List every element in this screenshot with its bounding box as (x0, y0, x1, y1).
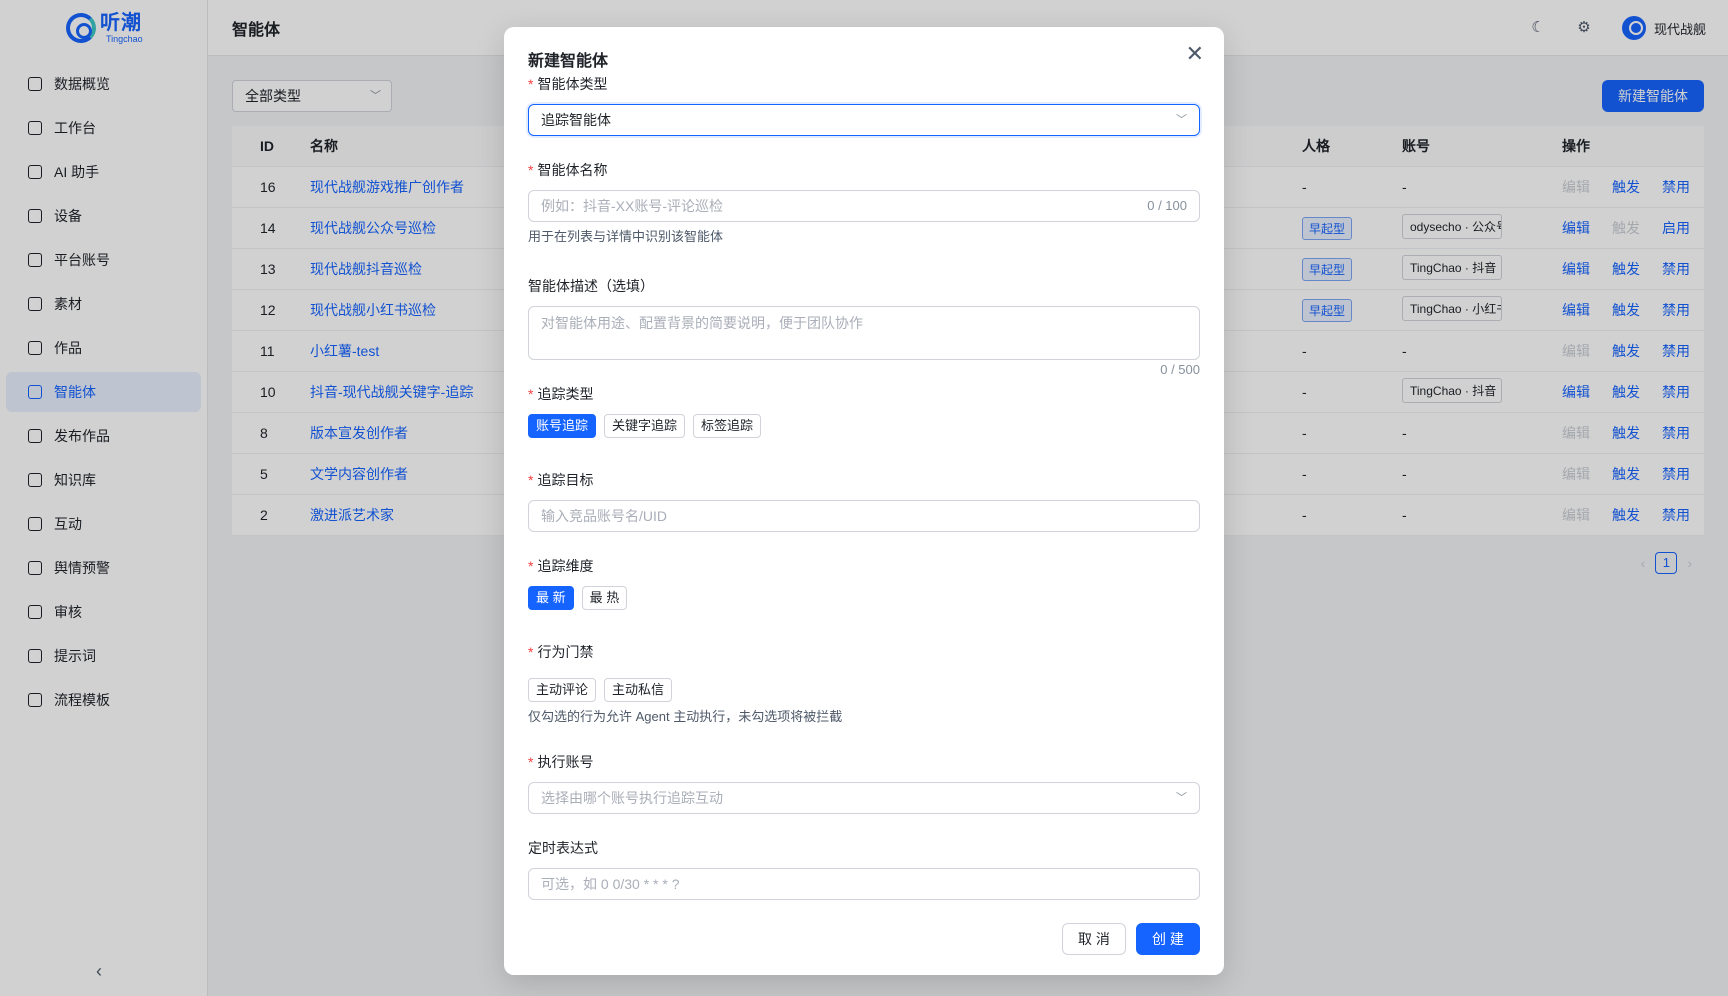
agent-type-field: * 智能体类型 追踪智能体 ﹀ (528, 74, 1200, 136)
track-target-input[interactable]: 输入竞品账号名/UID (528, 500, 1200, 532)
agent-name-input[interactable]: 例如：抖音-XX账号-评论巡检 0 / 100 (528, 190, 1200, 222)
track-dimension-label: 追踪维度 (537, 558, 594, 574)
close-icon[interactable]: ✕ (1186, 43, 1204, 65)
track-type-label: 追踪类型 (537, 386, 594, 402)
gate-comment-option[interactable]: 主动评论 (528, 678, 597, 702)
agent-desc-count: 0 / 500 (1160, 362, 1200, 377)
gate-dm-option[interactable]: 主动私信 (604, 678, 673, 702)
agent-desc-textarea[interactable]: 对智能体用途、配置背景的简要说明，便于团队协作 (528, 306, 1200, 360)
create-button[interactable]: 创 建 (1136, 923, 1200, 955)
track-type-tag-option[interactable]: 标签追踪 (693, 414, 762, 438)
dimension-hot-option[interactable]: 最 热 (581, 586, 628, 610)
track-target-label: 追踪目标 (537, 472, 594, 488)
agent-name-placeholder: 例如：抖音-XX账号-评论巡检 (541, 198, 723, 214)
chevron-down-icon: ﹀ (1176, 792, 1187, 804)
behavior-gate-field: * 行为门禁 主动评论 主动私信 仅勾选的行为允许 Agent 主动执行，未勾选项… (528, 642, 1200, 725)
exec-account-placeholder: 选择由哪个账号执行追踪互动 (541, 790, 723, 806)
agent-desc-label: 智能体描述（选填） (528, 278, 654, 294)
track-type-keyword-option[interactable]: 关键字追踪 (604, 414, 686, 438)
cron-input[interactable]: 可选，如 0 0/30 * * * ? (528, 868, 1200, 900)
exec-account-label: 执行账号 (537, 754, 594, 770)
cancel-button[interactable]: 取 消 (1062, 923, 1126, 955)
agent-name-count: 0 / 100 (1147, 198, 1187, 213)
track-target-placeholder: 输入竞品账号名/UID (541, 508, 667, 524)
agent-name-hint: 用于在列表与详情中识别该智能体 (528, 229, 724, 244)
agent-type-select[interactable]: 追踪智能体 ﹀ (528, 104, 1200, 136)
track-target-field: * 追踪目标 输入竞品账号名/UID (528, 470, 1200, 532)
behavior-gate-hint: 仅勾选的行为允许 Agent 主动执行，未勾选项将被拦截 (528, 709, 843, 724)
dimension-latest-option[interactable]: 最 新 (528, 586, 574, 610)
track-type-account-option[interactable]: 账号追踪 (528, 414, 597, 438)
chevron-down-icon: ﹀ (1176, 114, 1187, 126)
new-agent-dialog: 新建智能体 ✕ * 智能体类型 追踪智能体 ﹀ * 智能体名称 例如：抖音-XX账号… (504, 27, 1224, 975)
exec-account-field: * 执行账号 选择由哪个账号执行追踪互动 ﹀ (528, 752, 1200, 814)
cron-field: 定时表达式 可选，如 0 0/30 * * * ? (528, 838, 1200, 900)
agent-type-label: 智能体类型 (537, 76, 608, 92)
behavior-gate-label: 行为门禁 (537, 644, 594, 660)
cron-placeholder: 可选，如 0 0/30 * * * ? (541, 876, 680, 892)
agent-type-value: 追踪智能体 (541, 112, 611, 128)
exec-account-select[interactable]: 选择由哪个账号执行追踪互动 ﹀ (528, 782, 1200, 814)
cron-label: 定时表达式 (528, 840, 598, 856)
dialog-title: 新建智能体 (528, 53, 609, 70)
agent-name-label: 智能体名称 (537, 162, 608, 178)
track-type-field: * 追踪类型 账号追踪 关键字追踪 标签追踪 (528, 384, 1200, 438)
track-dimension-field: * 追踪维度 最 新 最 热 (528, 556, 1200, 610)
agent-name-field: * 智能体名称 例如：抖音-XX账号-评论巡检 0 / 100 用于在列表与详情中… (528, 160, 1200, 245)
agent-desc-field: 智能体描述（选填） 对智能体用途、配置背景的简要说明，便于团队协作 0 / 50… (528, 276, 1200, 377)
